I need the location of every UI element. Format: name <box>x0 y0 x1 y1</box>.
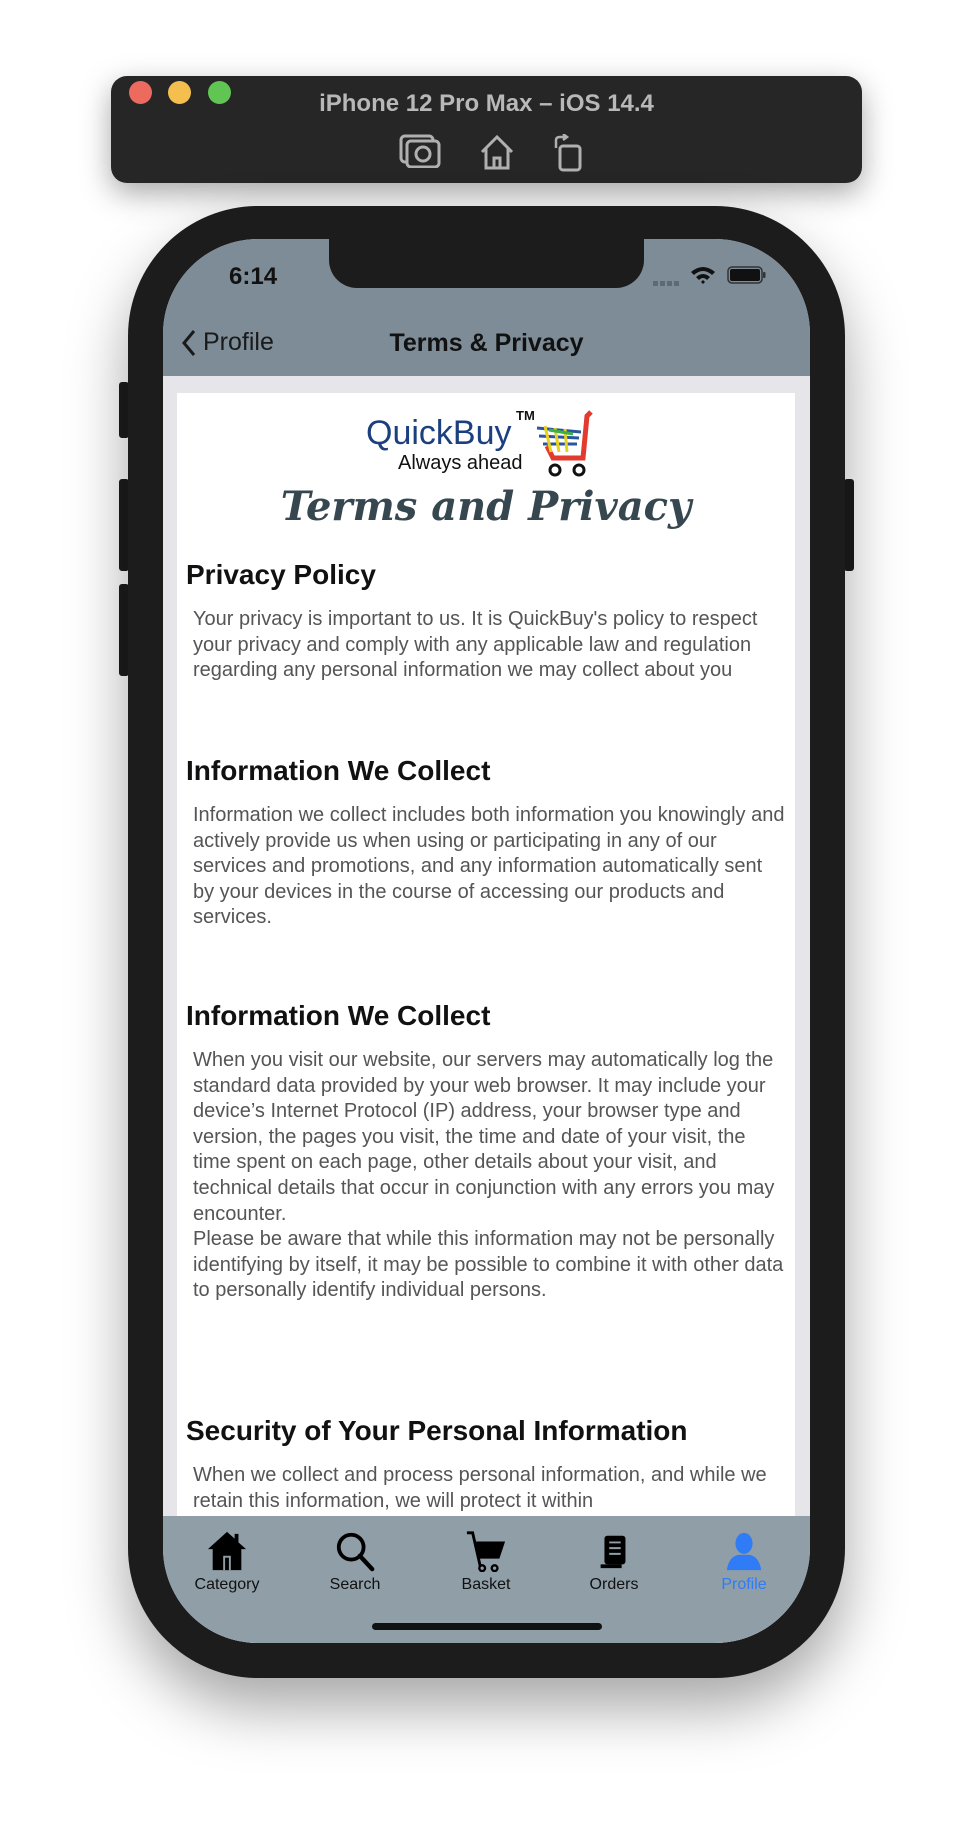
section-body: When you visit our website, our servers … <box>193 1049 784 1302</box>
rotate-icon[interactable] <box>552 134 586 172</box>
tab-label: Profile <box>721 1576 767 1593</box>
wifi-icon <box>691 267 715 284</box>
nav-title: Terms & Privacy <box>389 329 584 357</box>
section-heading: Security of Your Personal Information <box>186 1415 688 1446</box>
cart-icon <box>466 1531 506 1572</box>
device-screen: 6:14 Profile Terms & Privacy QuickBuy TM… <box>163 239 810 1643</box>
person-icon <box>726 1532 762 1571</box>
logo-brand: QuickBuy <box>366 414 512 452</box>
cellular-signal-icon <box>653 281 679 286</box>
quickbuy-logo: QuickBuy TM Always ahead Terms and Priva… <box>177 408 795 530</box>
simulator-title: iPhone 12 Pro Max – iOS 14.4 <box>319 90 654 117</box>
tab-bar: Category Search Basket Orders Profile <box>163 1516 810 1643</box>
page-heading: Terms and Privacy <box>280 483 692 530</box>
screenshot-icon[interactable] <box>399 134 441 168</box>
tab-label: Orders <box>589 1576 639 1593</box>
section-body: Information we collect includes both inf… <box>193 804 785 929</box>
tab-label: Basket <box>461 1576 511 1593</box>
section-body: Your privacy is important to us. It is Q… <box>193 608 758 682</box>
section-heading: Privacy Policy <box>186 559 376 590</box>
section-heading: Information We Collect <box>186 755 491 786</box>
tab-orders[interactable]: Orders <box>559 1530 669 1594</box>
tab-category[interactable]: Category <box>172 1530 282 1594</box>
cart-logo-icon <box>536 410 593 477</box>
tab-basket[interactable]: Basket <box>431 1530 541 1594</box>
home-icon[interactable] <box>478 134 516 170</box>
notch <box>329 239 644 288</box>
tab-label: Search <box>329 1576 381 1593</box>
home-indicator[interactable] <box>372 1623 602 1630</box>
section-body: When we collect and process personal inf… <box>193 1464 767 1512</box>
terms-content[interactable]: QuickBuy TM Always ahead Terms and Priva… <box>177 393 795 1643</box>
section-heading: Information We Collect <box>186 1000 491 1031</box>
power-button <box>844 479 854 571</box>
search-icon <box>336 1532 375 1572</box>
tab-search[interactable]: Search <box>300 1530 410 1594</box>
battery-icon <box>727 266 766 284</box>
tab-profile[interactable]: Profile <box>689 1530 799 1594</box>
tab-label: Category <box>194 1576 260 1593</box>
orders-icon <box>600 1535 626 1569</box>
house-icon <box>207 1531 247 1571</box>
logo-tagline: Always ahead <box>398 452 523 474</box>
status-time: 6:14 <box>229 263 278 290</box>
